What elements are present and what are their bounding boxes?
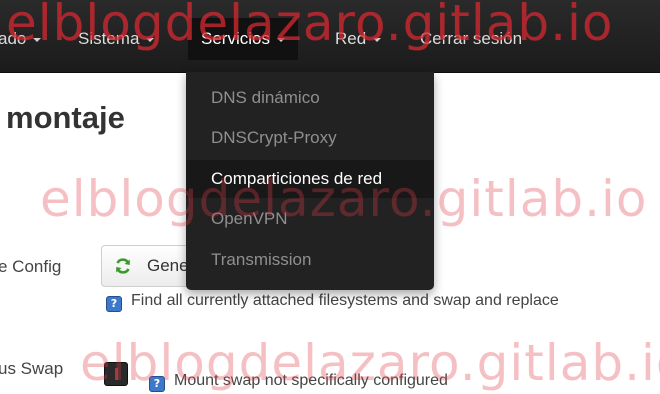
nav-item-sistema[interactable]: Sistema: [78, 24, 155, 54]
servicios-dropdown-menu: DNS dinámico DNSCrypt-Proxy Comparticion…: [186, 72, 434, 290]
nav-item-label: Servicios: [201, 29, 270, 48]
question-icon: ?: [106, 296, 122, 312]
caret-down-icon: [276, 37, 285, 42]
menu-item-comparticiones-de-red[interactable]: Comparticiones de red: [186, 160, 434, 198]
nav-item-label: ado: [0, 29, 27, 48]
menu-item-dns-dinamico[interactable]: DNS dinámico: [186, 79, 434, 117]
refresh-icon: [116, 258, 130, 274]
generate-config-help: ? Find all currently attached filesystems…: [106, 292, 559, 312]
nav-item-servicios[interactable]: Servicios: [188, 18, 298, 60]
nav-item-label: Red: [335, 29, 367, 48]
top-navbar: ado Sistema Servicios Red Cerrar sesión: [0, 0, 660, 73]
nav-item-cerrar-sesion[interactable]: Cerrar sesión: [420, 24, 522, 54]
caret-down-icon: [33, 37, 42, 42]
nav-item-estado[interactable]: ado: [0, 24, 42, 54]
nav-item-label: Cerrar sesión: [420, 29, 523, 48]
question-icon: ?: [149, 376, 165, 392]
anon-swap-help-text: Mount swap not specifically configured: [174, 372, 448, 389]
generate-config-help-text: Find all currently attached filesystems …: [131, 292, 559, 309]
menu-item-dnscrypt-proxy[interactable]: DNSCrypt-Proxy: [186, 119, 434, 157]
menu-item-transmission[interactable]: Transmission: [186, 241, 434, 279]
anon-swap-label: us Swap: [0, 359, 64, 378]
caret-down-icon: [373, 37, 382, 42]
nav-item-red[interactable]: Red: [335, 24, 382, 54]
anon-swap-help: ? Mount swap not specifically configured: [149, 372, 448, 392]
caret-down-icon: [146, 37, 155, 42]
nav-item-label: Sistema: [78, 29, 140, 48]
page-title: montaje: [6, 100, 125, 135]
menu-item-openvpn[interactable]: OpenVPN: [186, 200, 434, 238]
page: ado Sistema Servicios Red Cerrar sesión …: [0, 0, 660, 394]
generate-config-label: e Config: [0, 257, 62, 276]
anon-swap-checkbox[interactable]: [104, 362, 128, 386]
